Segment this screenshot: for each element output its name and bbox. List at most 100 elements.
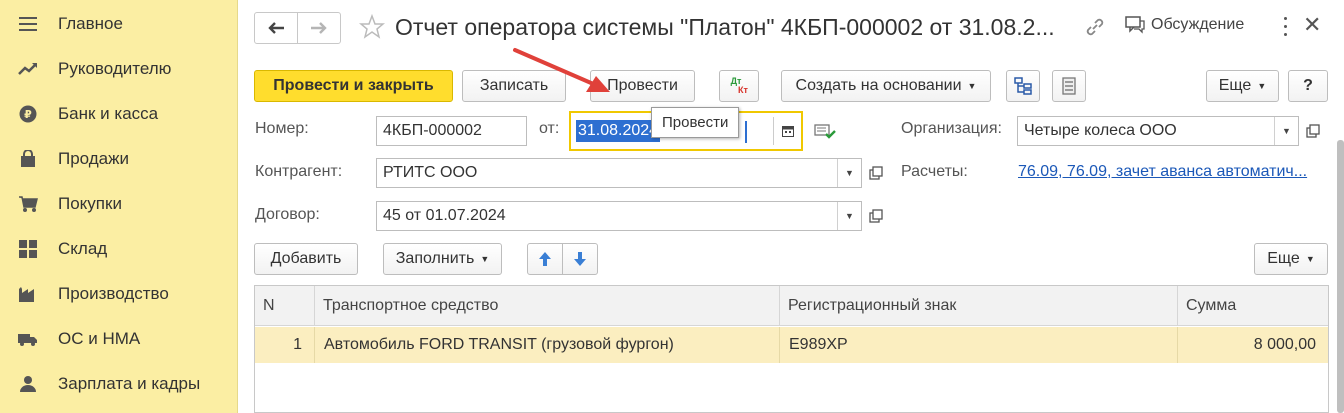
truck-icon — [18, 329, 38, 349]
column-header-sum[interactable]: Сумма — [1178, 286, 1328, 326]
cell-vehicle: Автомобиль FORD TRANSIT (грузовой фургон… — [315, 327, 780, 363]
shopping-bag-icon — [18, 149, 38, 169]
open-window-icon — [869, 166, 883, 180]
structure-button[interactable] — [1006, 70, 1040, 102]
sidebar-item-label: Главное — [58, 14, 123, 33]
contractor-value: РТИТС ООО — [383, 164, 478, 181]
column-header-plate[interactable]: Регистрационный знак — [780, 286, 1178, 326]
add-row-button[interactable]: Добавить — [254, 243, 358, 275]
sidebar-item-bank[interactable]: ₽ Банк и касса — [0, 93, 238, 135]
warehouse-icon — [18, 239, 38, 259]
settlements-label: Расчеты: — [901, 163, 968, 180]
open-window-icon — [869, 209, 883, 223]
move-up-button[interactable] — [527, 243, 563, 275]
column-header-vehicle[interactable]: Транспортное средство — [315, 286, 780, 326]
contract-field[interactable]: 45 от 01.07.2024 ▼ — [376, 201, 862, 231]
forward-button[interactable] — [297, 12, 341, 44]
open-contract-button[interactable] — [864, 201, 888, 231]
arrow-down-icon — [574, 252, 586, 266]
settlements-link[interactable]: 76.09, 76.09, зачет аванса автоматич... — [1018, 163, 1307, 181]
sidebar: Главное Руководителю ₽ Банк и касса Прод… — [0, 0, 238, 413]
sidebar-item-label: Склад — [58, 239, 108, 258]
discussion-button[interactable]: Обсуждение — [1125, 16, 1244, 34]
chevron-down-icon: ▼ — [967, 81, 977, 91]
more-actions-icon[interactable] — [1279, 14, 1291, 38]
fill-button[interactable]: Заполнить ▼ — [383, 243, 502, 275]
sidebar-item-warehouse[interactable]: Склад — [0, 228, 238, 270]
cell-plate: Е989ХР — [780, 327, 1178, 363]
organization-label: Организация: — [901, 120, 1002, 137]
sidebar-item-main[interactable]: Главное — [0, 3, 238, 45]
chevron-down-icon[interactable]: ▼ — [837, 159, 861, 187]
more-label: Еще — [1218, 77, 1252, 94]
ruble-coin-icon: ₽ — [18, 104, 38, 124]
sidebar-item-production[interactable]: Производство — [0, 273, 238, 315]
help-button[interactable]: ? — [1288, 70, 1328, 102]
hierarchy-icon — [1014, 77, 1032, 95]
annotation-arrow — [513, 48, 610, 92]
report-button[interactable] — [1052, 70, 1086, 102]
create-based-on-button[interactable]: Создать на основании ▼ — [781, 70, 991, 102]
more-button[interactable]: Еще ▼ — [1206, 70, 1279, 102]
table-more-button[interactable]: Еще ▼ — [1254, 243, 1328, 275]
close-icon[interactable]: ✕ — [1303, 12, 1321, 38]
factory-icon — [18, 284, 38, 304]
sidebar-item-label: Руководителю — [58, 59, 172, 78]
calendar-button[interactable] — [773, 117, 801, 145]
contract-value: 45 от 01.07.2024 — [383, 207, 506, 224]
sidebar-item-sales[interactable]: Продажи — [0, 138, 238, 180]
open-window-icon — [1306, 124, 1320, 138]
move-down-button[interactable] — [562, 243, 598, 275]
back-button[interactable] — [254, 12, 298, 44]
organization-field[interactable]: Четыре колеса ООО ▼ — [1017, 116, 1299, 146]
tooltip: Провести — [651, 107, 740, 138]
date-value: 31.08.2024 — [576, 120, 661, 142]
svg-text:₽: ₽ — [24, 108, 32, 121]
number-label: Номер: — [255, 120, 309, 137]
open-organization-button[interactable] — [1301, 116, 1325, 146]
date-history-icon[interactable] — [814, 122, 836, 140]
sidebar-item-label: ОС и НМА — [58, 329, 141, 348]
vehicles-table: N Транспортное средство Регистрационный … — [254, 285, 1329, 413]
chevron-down-icon: ▼ — [1257, 81, 1267, 91]
sidebar-item-fixed-assets[interactable]: ОС и НМА — [0, 318, 238, 360]
organization-value: Четыре колеса ООО — [1024, 122, 1177, 139]
trend-icon — [18, 59, 38, 79]
title-bar: Отчет оператора системы "Платон" 4КБП-00… — [239, 0, 1344, 56]
sidebar-item-purchases[interactable]: Покупки — [0, 183, 238, 225]
kt-label: Кт — [738, 85, 748, 95]
contractor-field[interactable]: РТИТС ООО ▼ — [376, 158, 862, 188]
favorite-star-icon[interactable] — [358, 13, 386, 40]
calendar-icon — [781, 126, 794, 137]
table-more-label: Еще — [1267, 250, 1300, 267]
chevron-down-icon: ▼ — [1305, 254, 1315, 264]
document-form: Отчет оператора системы "Платон" 4КБП-00… — [239, 0, 1344, 413]
sidebar-item-manager[interactable]: Руководителю — [0, 48, 238, 90]
number-field[interactable]: 4КБП-000002 — [376, 116, 527, 146]
chevron-down-icon[interactable]: ▼ — [837, 202, 861, 230]
sidebar-item-label: Зарплата и кадры — [58, 374, 201, 393]
sidebar-item-label: Производство — [58, 284, 169, 303]
arrow-left-icon — [268, 22, 284, 34]
arrow-right-icon — [311, 22, 327, 34]
sidebar-item-label: Банк и касса — [58, 104, 159, 123]
contractor-label: Контрагент: — [255, 163, 343, 180]
discussion-label: Обсуждение — [1151, 16, 1245, 33]
link-icon[interactable] — [1084, 16, 1106, 38]
contract-label: Договор: — [255, 206, 320, 223]
cell-n: 1 — [255, 327, 315, 363]
document-list-icon — [1062, 77, 1076, 95]
date-label: от: — [539, 120, 560, 137]
post-and-close-button[interactable]: Провести и закрыть — [254, 70, 453, 102]
cart-icon — [18, 194, 38, 214]
open-contractor-button[interactable] — [864, 158, 888, 188]
column-header-n[interactable]: N — [255, 286, 315, 326]
scrollbar[interactable] — [1337, 140, 1344, 413]
fill-label: Заполнить — [395, 250, 475, 267]
create-based-on-label: Создать на основании — [795, 77, 962, 94]
sidebar-item-payroll[interactable]: Зарплата и кадры — [0, 363, 238, 405]
dt-kt-button[interactable]: Дт Кт — [719, 70, 759, 102]
cell-sum: 8 000,00 — [1178, 327, 1328, 363]
chevron-down-icon[interactable]: ▼ — [1274, 117, 1298, 145]
sidebar-item-label: Покупки — [58, 194, 122, 213]
